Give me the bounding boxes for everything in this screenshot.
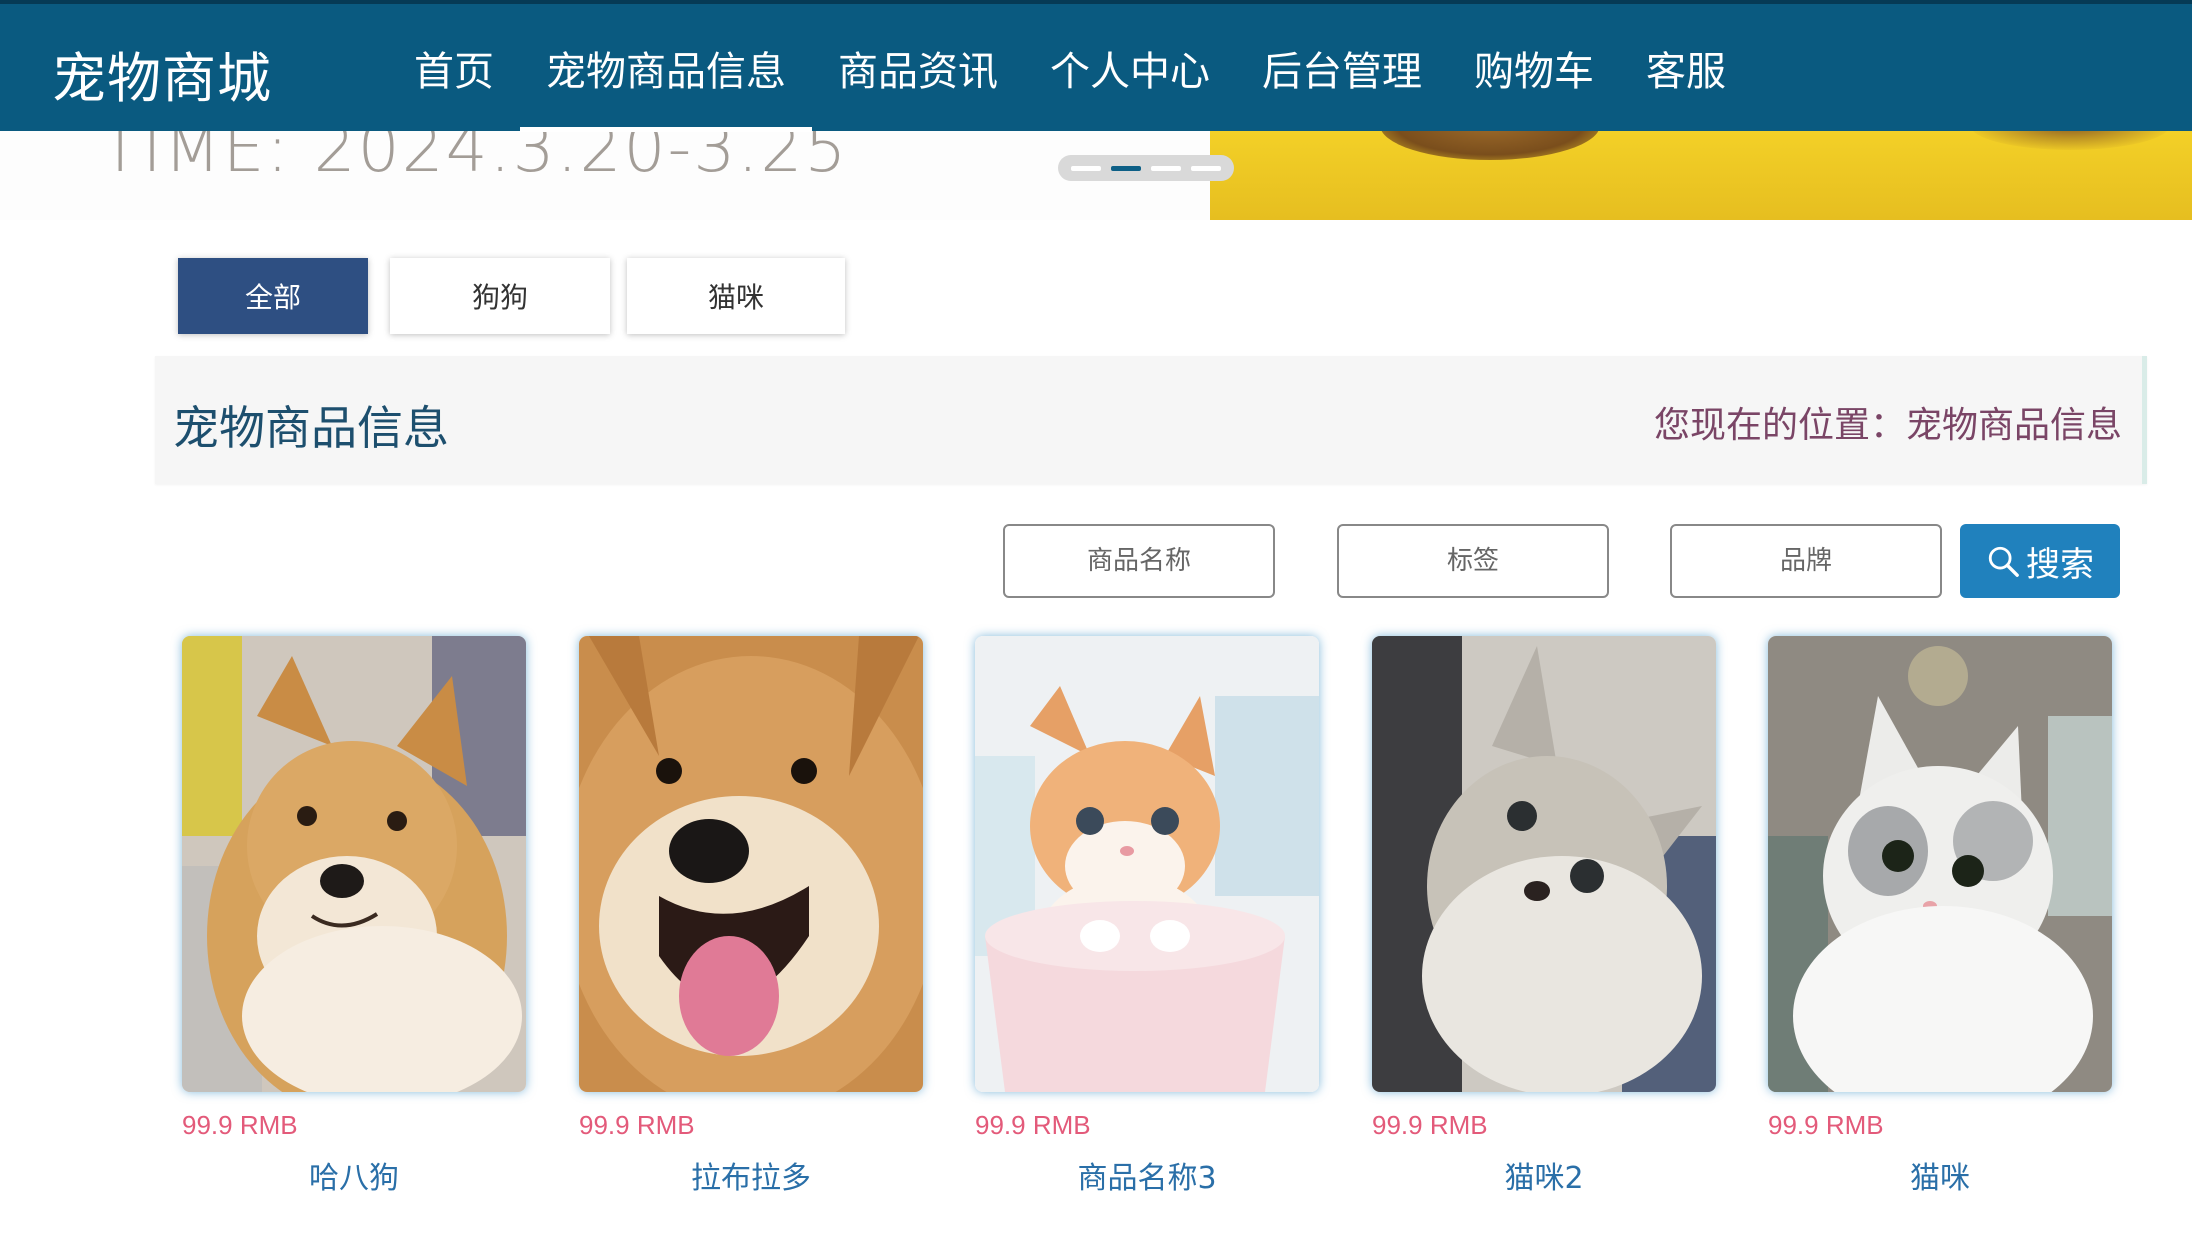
product-name-4[interactable]: 猫咪2 [1372, 1153, 1716, 1197]
top-navbar: 宠物商城 首页 宠物商品信息 商品资讯 个人中心 后台管理 购物车 客服 [0, 0, 2192, 132]
product-name-input[interactable] [1003, 524, 1275, 598]
product-price-2: 99.9 RMB [579, 1110, 695, 1140]
product-name-5[interactable]: 猫咪 [1768, 1153, 2112, 1197]
carousel-indicators [1058, 155, 1234, 181]
product-image-3[interactable] [975, 636, 1319, 1092]
page-title-bar: 宠物商品信息 您现在的位置：宠物商品信息 [155, 356, 2147, 484]
orange-kitten-in-cup-photo [975, 636, 1319, 1092]
product-image-1[interactable] [182, 636, 526, 1092]
white-cat-photo [1768, 636, 2112, 1092]
carousel-dot[interactable] [1071, 165, 1101, 171]
main-nav: 首页 宠物商品信息 商品资讯 个人中心 后台管理 购物车 客服 [388, 4, 1752, 132]
search-button-label: 搜索 [2026, 544, 2094, 585]
shiba-dog-photo [182, 636, 526, 1092]
carousel-dot[interactable] [1151, 165, 1181, 171]
product-price-5: 99.9 RMB [1768, 1110, 1884, 1140]
category-dog-button[interactable]: 狗狗 [390, 258, 610, 334]
grey-kitten-photo [1372, 636, 1716, 1092]
product-price-1: 99.9 RMB [182, 1110, 298, 1140]
nav-admin[interactable]: 后台管理 [1236, 4, 1448, 131]
carousel-dot-active[interactable] [1111, 165, 1141, 171]
nav-personal-center[interactable]: 个人中心 [1024, 4, 1236, 131]
nav-pet-products[interactable]: 宠物商品信息 [520, 4, 812, 132]
product-image-2[interactable] [579, 636, 923, 1092]
product-name-2[interactable]: 拉布拉多 [579, 1153, 923, 1197]
product-image-5[interactable] [1768, 636, 2112, 1092]
site-logo[interactable]: 宠物商城 [52, 34, 272, 113]
product-price-3: 99.9 RMB [975, 1110, 1091, 1140]
brand-input[interactable] [1670, 524, 1942, 598]
category-all-button[interactable]: 全部 [178, 258, 368, 334]
carousel-dot[interactable] [1191, 165, 1221, 171]
category-cat-button[interactable]: 猫咪 [627, 258, 845, 334]
nav-product-news[interactable]: 商品资讯 [812, 4, 1024, 131]
nav-home[interactable]: 首页 [388, 4, 520, 131]
product-image-4[interactable] [1372, 636, 1716, 1092]
page: TIME: 2024.3.20-3.25 宠物商城 首页 宠物商品信息 商品资讯… [0, 0, 2192, 1241]
search-button[interactable]: 搜索 [1960, 524, 2120, 598]
tag-input[interactable] [1337, 524, 1609, 598]
product-name-3[interactable]: 商品名称3 [975, 1153, 1319, 1197]
nav-cart[interactable]: 购物车 [1448, 4, 1620, 131]
page-title: 宠物商品信息 [173, 401, 449, 455]
product-price-4: 99.9 RMB [1372, 1110, 1488, 1140]
product-name-1[interactable]: 哈八狗 [182, 1153, 526, 1197]
breadcrumb: 您现在的位置：宠物商品信息 [1653, 405, 2122, 446]
shiba-dog-smiling-photo [579, 636, 923, 1092]
nav-customer-service[interactable]: 客服 [1620, 4, 1752, 131]
search-icon [1988, 546, 2019, 577]
